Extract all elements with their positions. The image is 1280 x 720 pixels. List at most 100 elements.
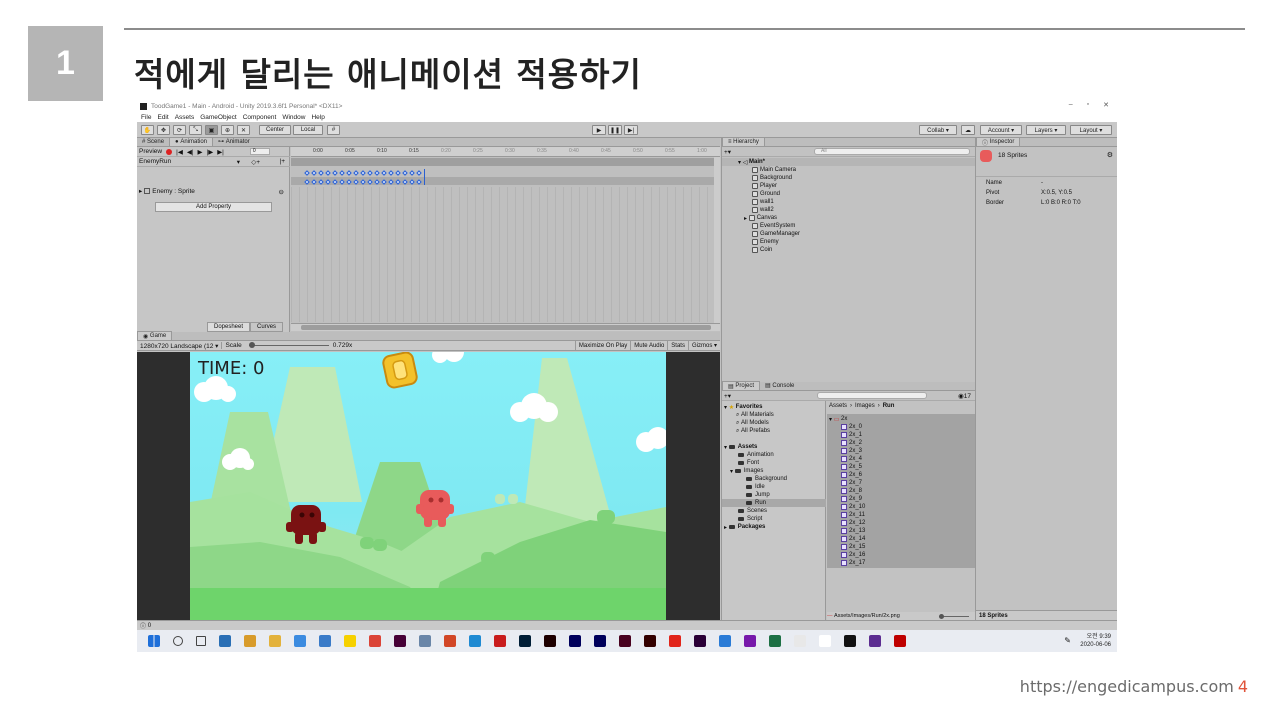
- scale-tool-icon[interactable]: ⤡: [189, 125, 202, 135]
- rect-tool-icon[interactable]: ▣: [205, 125, 218, 135]
- system-clock[interactable]: 오전 9:39 2020-06-06: [1080, 633, 1111, 649]
- explorer-icon[interactable]: [268, 635, 281, 647]
- assets-node[interactable]: ▾ Assets: [722, 443, 826, 451]
- aftereffects-icon[interactable]: [593, 635, 606, 647]
- windows-icon[interactable]: [147, 635, 160, 647]
- hierarchy-item-ground[interactable]: Ground: [722, 190, 975, 198]
- kakao-icon[interactable]: [343, 635, 356, 647]
- animate-icon[interactable]: [543, 635, 556, 647]
- hierarchy-item-player[interactable]: Player: [722, 182, 975, 190]
- keyframe-grid[interactable]: [291, 187, 720, 322]
- sprite-item[interactable]: 2x_6: [841, 471, 862, 479]
- app-icon[interactable]: [418, 635, 431, 647]
- record-icon[interactable]: [166, 148, 173, 155]
- horizontal-scrollbar[interactable]: [291, 323, 720, 331]
- tab-animator[interactable]: ⊶ Animator: [213, 137, 255, 146]
- folder-font[interactable]: Font: [722, 459, 826, 467]
- folder-run[interactable]: Run: [722, 499, 826, 507]
- hierarchy-item-wall2[interactable]: wall2: [722, 206, 975, 214]
- sprite-item[interactable]: 2x_16: [841, 551, 865, 559]
- scale-slider[interactable]: [248, 342, 329, 348]
- folder-idle[interactable]: Idle: [722, 483, 826, 491]
- property-row[interactable]: ▸ Enemy : Sprite: [139, 187, 195, 196]
- dopesheet-tab[interactable]: Dopesheet: [207, 322, 251, 332]
- pivot-center-button[interactable]: Center: [259, 125, 291, 135]
- gizmos-dropdown[interactable]: Gizmos ▾: [687, 340, 720, 351]
- sprite-item[interactable]: 2x_13: [841, 527, 865, 535]
- create-dropdown[interactable]: +▾: [724, 148, 731, 156]
- move-tool-icon[interactable]: ✥: [157, 125, 170, 135]
- filezilla-icon[interactable]: [893, 635, 906, 647]
- github-icon[interactable]: [818, 635, 831, 647]
- tab-hierarchy[interactable]: ≡ Hierarchy: [722, 137, 765, 146]
- illustrator-icon[interactable]: [643, 635, 656, 647]
- hierarchy-search-input[interactable]: All: [814, 148, 970, 155]
- sprite-item[interactable]: 2x_15: [841, 543, 865, 551]
- powerpoint-icon[interactable]: [443, 635, 456, 647]
- hidden-count[interactable]: ◉17: [958, 392, 971, 400]
- maximize-on-play-button[interactable]: Maximize On Play: [574, 340, 630, 351]
- gear-icon[interactable]: ⚙: [1107, 151, 1113, 159]
- drive-icon[interactable]: [793, 635, 806, 647]
- sprite-sheet-item[interactable]: ▾ ▭ 2x: [829, 415, 847, 423]
- sprite-item[interactable]: 2x_8: [841, 487, 862, 495]
- sprite-item[interactable]: 2x_14: [841, 535, 865, 543]
- add-keyframe-icon[interactable]: ◇+: [251, 158, 260, 166]
- collab-button[interactable]: Collab ▾: [919, 125, 957, 135]
- add-property-button[interactable]: Add Property: [155, 202, 272, 212]
- folder-background[interactable]: Background: [722, 475, 826, 483]
- pivot-local-button[interactable]: Local: [293, 125, 323, 135]
- tab-inspector[interactable]: ⓘ Inspector: [976, 137, 1021, 147]
- close-icon[interactable]: ✕: [1103, 101, 1109, 109]
- menu-edit[interactable]: Edit: [157, 114, 168, 121]
- breadcrumb-assets[interactable]: Assets: [829, 403, 847, 409]
- step-button[interactable]: ▶|: [624, 125, 638, 135]
- unity-icon[interactable]: [843, 635, 856, 647]
- cloud-icon[interactable]: ☁: [961, 125, 975, 135]
- audition-icon[interactable]: [568, 635, 581, 647]
- dopesheet-timeline[interactable]: 0:00 0:05 0:10 0:15 0:20 0:25 0:30 0:35 …: [291, 147, 720, 332]
- breadcrumb-run[interactable]: Run: [883, 403, 895, 409]
- calc-icon[interactable]: [318, 635, 331, 647]
- paint-icon[interactable]: [243, 635, 256, 647]
- curves-tab[interactable]: Curves: [250, 322, 284, 332]
- tab-animation[interactable]: ● Animation: [169, 137, 214, 146]
- hierarchy-item-eventsystem[interactable]: EventSystem: [722, 222, 975, 230]
- footer-url[interactable]: https://engedicampus.com: [1020, 677, 1234, 696]
- minimize-icon[interactable]: –: [1069, 101, 1073, 109]
- sprite-item[interactable]: 2x_4: [841, 455, 862, 463]
- sprite-item[interactable]: 2x_10: [841, 503, 865, 511]
- sprite-item[interactable]: 2x_7: [841, 479, 862, 487]
- resolution-dropdown[interactable]: 1280x720 Landscape (12 ▾: [137, 342, 221, 350]
- menu-component[interactable]: Component: [243, 114, 277, 121]
- menu-assets[interactable]: Assets: [175, 114, 195, 121]
- sprite-item[interactable]: 2x_0: [841, 423, 862, 431]
- search-icon[interactable]: [172, 636, 183, 646]
- next-key-icon[interactable]: |▶: [207, 148, 214, 156]
- sprite-item[interactable]: 2x_5: [841, 463, 862, 471]
- tab-project[interactable]: ▤ Project: [722, 381, 761, 390]
- sprite-item[interactable]: 2x_3: [841, 447, 862, 455]
- vertical-scrollbar[interactable]: [714, 157, 720, 323]
- hierarchy-item-main-camera[interactable]: Main Camera: [722, 166, 975, 174]
- excel-icon[interactable]: [768, 635, 781, 647]
- rotate-tool-icon[interactable]: ⟳: [173, 125, 186, 135]
- mute-audio-button[interactable]: Mute Audio: [630, 340, 667, 351]
- time-ruler[interactable]: 0:00 0:05 0:10 0:15 0:20 0:25 0:30 0:35 …: [291, 147, 720, 157]
- sprite-item[interactable]: 2x_17: [841, 559, 865, 567]
- favorite-all-materials[interactable]: ⌕ All Materials: [722, 411, 826, 419]
- xd-icon[interactable]: [393, 635, 406, 647]
- tab-scene[interactable]: # Scene: [137, 137, 169, 146]
- game-view[interactable]: TIME: 0: [137, 352, 720, 620]
- pen-icon[interactable]: ✎: [1064, 636, 1071, 645]
- play-anim-icon[interactable]: ▶: [198, 148, 203, 156]
- menu-file[interactable]: File: [141, 114, 151, 121]
- hierarchy-item-wall1[interactable]: wall1: [722, 198, 975, 206]
- pause-button[interactable]: ❚❚: [608, 125, 622, 135]
- premiere-icon[interactable]: [693, 635, 706, 647]
- sprite-item[interactable]: 2x_9: [841, 495, 862, 503]
- preview-toggle[interactable]: Preview: [139, 148, 162, 155]
- visualstudio-icon[interactable]: [868, 635, 881, 647]
- icon-size-slider[interactable]: [939, 613, 969, 619]
- favorites-node[interactable]: ▾ ★ Favorites: [722, 403, 826, 411]
